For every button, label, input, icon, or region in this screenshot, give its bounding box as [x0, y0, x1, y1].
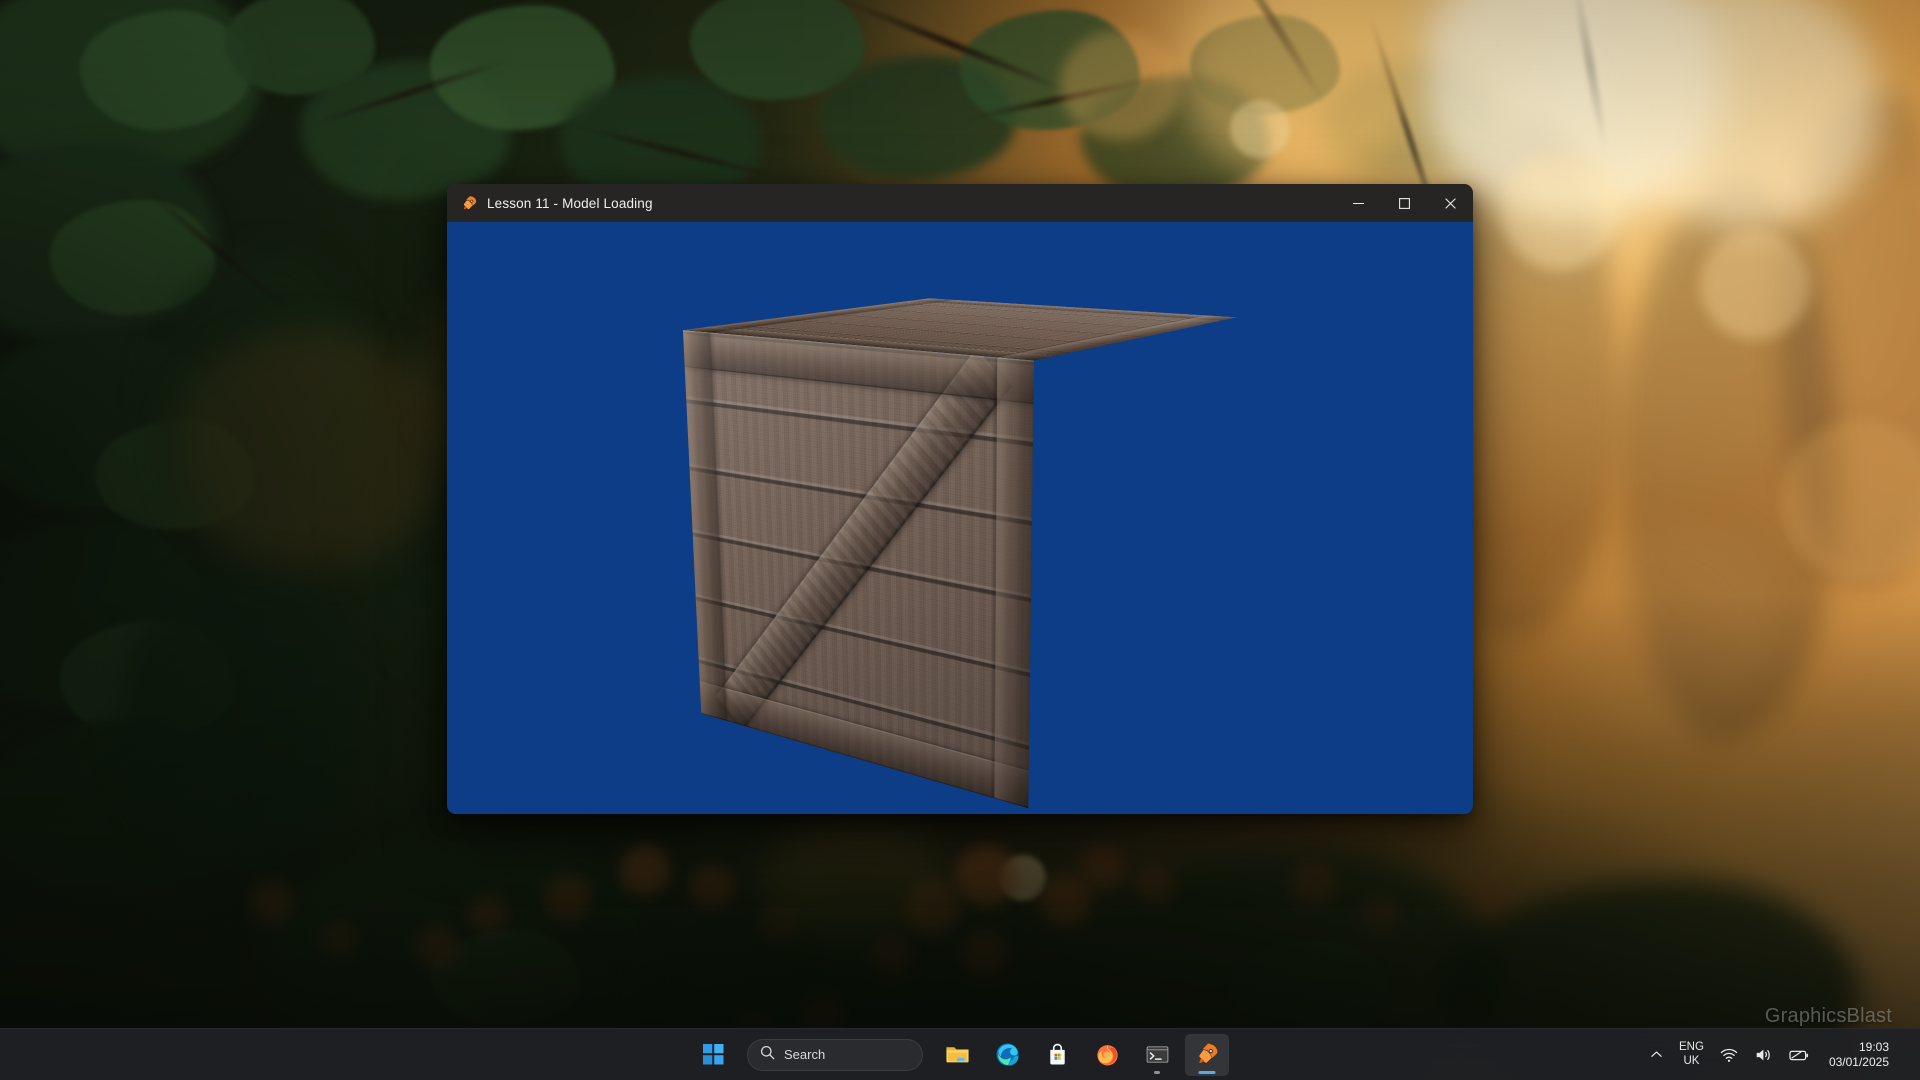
wifi-icon[interactable]: [1713, 1035, 1745, 1075]
clock[interactable]: 19:03 03/01/2025: [1819, 1035, 1899, 1075]
wooden-crate-model: [682, 298, 1237, 809]
maximize-button[interactable]: [1381, 184, 1427, 222]
rocket-icon: [460, 194, 478, 212]
search-icon: [760, 1045, 775, 1065]
graphicsblast-watermark: GraphicsBlast: [1764, 1005, 1892, 1027]
crate-stage: [682, 298, 1237, 809]
clock-time: 19:03: [1858, 1039, 1889, 1054]
crate-face-front: [682, 330, 1035, 809]
battery-icon[interactable]: [1781, 1035, 1817, 1075]
desktop[interactable]: GraphicsBlast Lesson 11 - Model Loading: [0, 0, 1920, 1080]
close-button[interactable]: [1427, 184, 1473, 222]
volume-icon[interactable]: [1747, 1035, 1779, 1075]
language-secondary: UK: [1683, 1054, 1700, 1067]
taskbar[interactable]: Search ENG UK 19:03 03/01/2025: [0, 1028, 1920, 1080]
terminal-running-indicator: [1154, 1070, 1160, 1074]
window-titlebar[interactable]: Lesson 11 - Model Loading: [447, 184, 1473, 222]
show-desktop-button[interactable]: [1901, 1029, 1908, 1080]
taskbar-app-lesson-app[interactable]: [1185, 1033, 1229, 1076]
minimize-button[interactable]: [1335, 184, 1381, 222]
taskbar-app-file-explorer[interactable]: [935, 1034, 979, 1076]
taskbar-app-microsoft-store[interactable]: [1035, 1034, 1079, 1076]
search-input[interactable]: Search: [747, 1038, 923, 1071]
tray-overflow-button[interactable]: [1643, 1035, 1670, 1075]
app-window[interactable]: Lesson 11 - Model Loading: [447, 184, 1473, 814]
search-placeholder: Search: [784, 1047, 826, 1062]
start-button[interactable]: [691, 1034, 735, 1076]
window-controls: [1335, 184, 1473, 222]
system-tray: ENG UK 19:03 03/01/2025: [1643, 1029, 1920, 1080]
taskbar-center-group: Search: [691, 1029, 1229, 1080]
taskbar-app-firefox[interactable]: [1085, 1034, 1129, 1076]
language-indicator[interactable]: ENG UK: [1672, 1035, 1711, 1075]
lesson-app-active-indicator: [1198, 1070, 1216, 1074]
clock-date: 03/01/2025: [1828, 1054, 1889, 1069]
taskbar-app-terminal[interactable]: [1135, 1034, 1179, 1076]
render-viewport[interactable]: [447, 222, 1473, 814]
window-title: Lesson 11 - Model Loading: [487, 195, 653, 211]
language-primary: ENG: [1679, 1041, 1704, 1054]
taskbar-app-microsoft-edge[interactable]: [985, 1034, 1029, 1076]
